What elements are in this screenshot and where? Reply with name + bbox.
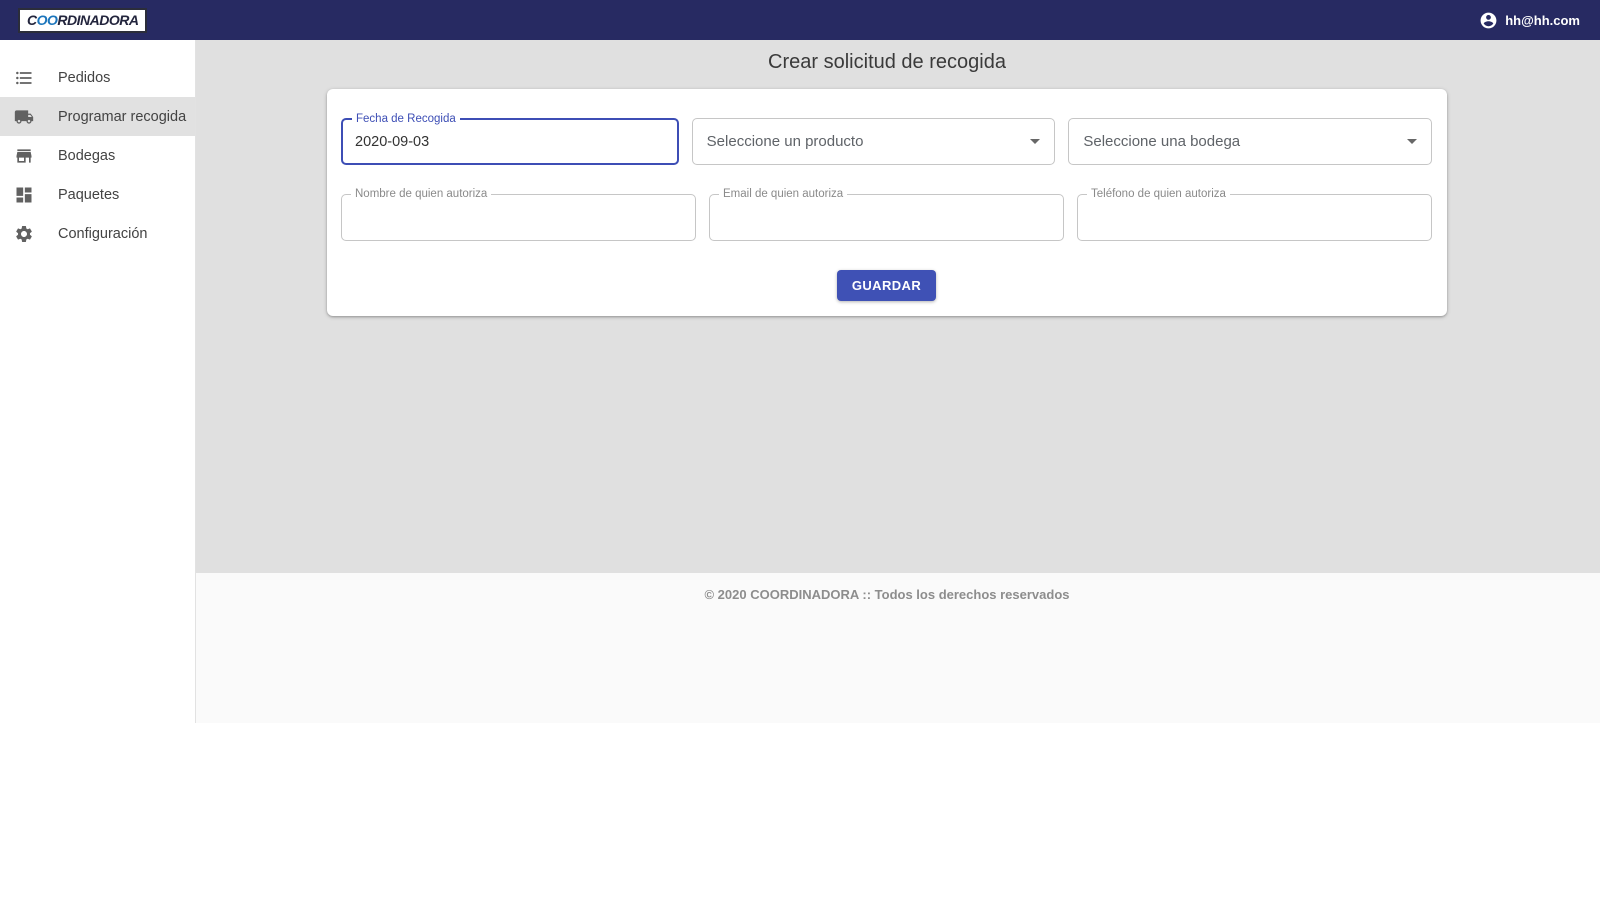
dashboard-icon [14,185,34,205]
form-card: Fecha de Recogida Seleccione un producto… [327,89,1447,316]
main-content: Crear solicitud de recogida Fecha de Rec… [196,40,1600,573]
truck-icon [14,107,34,127]
sidebar-item-bodegas[interactable]: Bodegas [0,136,195,175]
sidebar-item-label: Paquetes [58,187,119,203]
sidebar-item-label: Bodegas [58,148,115,164]
fecha-recogida-field: Fecha de Recogida [341,118,679,165]
user-account-area[interactable]: hh@hh.com [1479,11,1580,30]
sidebar-item-label: Programar recogida [58,109,186,125]
logo-text-rest: RDINADORA [57,12,138,28]
sidebar-item-programar-recogida[interactable]: Programar recogida [0,97,195,136]
page-title: Crear solicitud de recogida [196,51,1578,74]
store-icon [14,146,34,166]
producto-select[interactable]: Seleccione un producto [692,118,1056,165]
fecha-recogida-input[interactable] [343,120,677,163]
account-circle-icon [1479,11,1498,30]
user-email: hh@hh.com [1505,13,1580,28]
top-navbar: COORDINADORA hh@hh.com [0,0,1600,40]
chevron-down-icon [1407,139,1417,144]
sidebar-item-label: Configuración [58,226,147,242]
gear-icon [14,224,34,244]
email-autoriza-field: Email de quien autoriza [709,194,1064,241]
nombre-autoriza-field: Nombre de quien autoriza [341,194,696,241]
nombre-autoriza-label: Nombre de quien autoriza [351,188,491,200]
chevron-down-icon [1030,139,1040,144]
sidebar-item-label: Pedidos [58,70,110,86]
guardar-button[interactable]: GUARDAR [837,270,936,301]
footer: © 2020 COORDINADORA :: Todos los derecho… [196,573,1600,723]
producto-select-value: Seleccione un producto [707,133,1031,150]
app-window: COORDINADORA hh@hh.com Pedidos Programar… [0,0,1600,723]
fecha-recogida-label: Fecha de Recogida [352,113,460,125]
copyright-text: © 2020 COORDINADORA :: Todos los derecho… [196,587,1578,602]
email-autoriza-label: Email de quien autoriza [719,188,847,200]
coordinadora-logo[interactable]: COORDINADORA [18,8,147,33]
sidebar: Pedidos Programar recogida Bodegas Paque… [0,40,196,723]
telefono-autoriza-label: Teléfono de quien autoriza [1087,188,1230,200]
email-autoriza-input[interactable] [710,195,1063,240]
logo-text-oo: OO [37,12,58,28]
sidebar-item-configuracion[interactable]: Configuración [0,214,195,253]
logo-text-c: C [27,12,37,28]
telefono-autoriza-field: Teléfono de quien autoriza [1077,194,1432,241]
nombre-autoriza-input[interactable] [342,195,695,240]
bodega-select[interactable]: Seleccione una bodega [1068,118,1432,165]
telefono-autoriza-input[interactable] [1078,195,1431,240]
sidebar-item-pedidos[interactable]: Pedidos [0,58,195,97]
bodega-select-value: Seleccione una bodega [1083,133,1407,150]
list-icon [14,68,34,88]
sidebar-item-paquetes[interactable]: Paquetes [0,175,195,214]
